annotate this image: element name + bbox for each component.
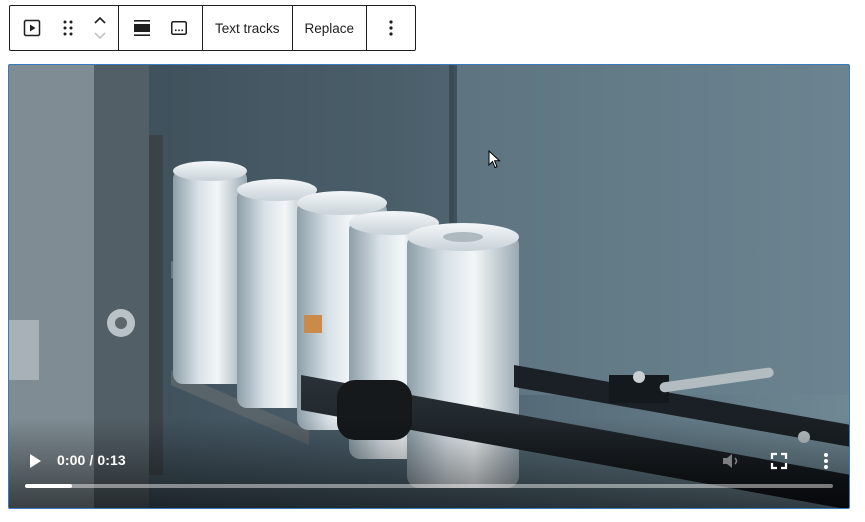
drag-handle-icon — [63, 20, 73, 36]
chevron-down-icon — [94, 32, 106, 40]
align-wide-icon — [133, 20, 150, 36]
move-down-button[interactable] — [88, 28, 112, 44]
caption-button[interactable] — [161, 6, 197, 50]
replace-button[interactable]: Replace — [293, 6, 367, 50]
video-block[interactable]: 0:00 / 0:13 — [8, 64, 850, 509]
chevron-up-icon — [94, 16, 106, 24]
mouse-cursor-icon — [488, 150, 501, 169]
block-movers — [82, 6, 118, 50]
video-more-button[interactable] — [815, 450, 837, 472]
block-toolbar-group-replace: Replace — [293, 6, 368, 50]
align-button[interactable] — [124, 6, 160, 50]
play-button[interactable] — [25, 451, 45, 471]
more-vertical-icon — [824, 453, 828, 469]
move-up-button[interactable] — [78, 12, 122, 28]
play-icon — [30, 454, 41, 468]
text-tracks-button[interactable]: Text tracks — [203, 6, 292, 50]
progress-fill — [25, 484, 72, 488]
volume-button[interactable] — [720, 450, 742, 472]
block-toolbar: Text tracks Replace — [9, 5, 417, 51]
more-vertical-icon — [389, 20, 393, 36]
progress-bar[interactable] — [25, 484, 833, 488]
volume-muted-icon — [723, 454, 738, 468]
time-display: 0:00 / 0:13 — [57, 452, 126, 468]
block-toolbar-group-block — [10, 6, 119, 50]
block-type-button[interactable] — [10, 6, 54, 50]
block-toolbar-group-layout — [119, 6, 203, 50]
video-play-icon — [23, 19, 41, 37]
block-toolbar-group-tracks: Text tracks — [203, 6, 293, 50]
fullscreen-button[interactable] — [768, 450, 790, 472]
options-button[interactable] — [367, 6, 415, 50]
fullscreen-icon — [770, 452, 788, 470]
caption-icon — [171, 21, 188, 35]
block-toolbar-group-options — [367, 6, 415, 50]
